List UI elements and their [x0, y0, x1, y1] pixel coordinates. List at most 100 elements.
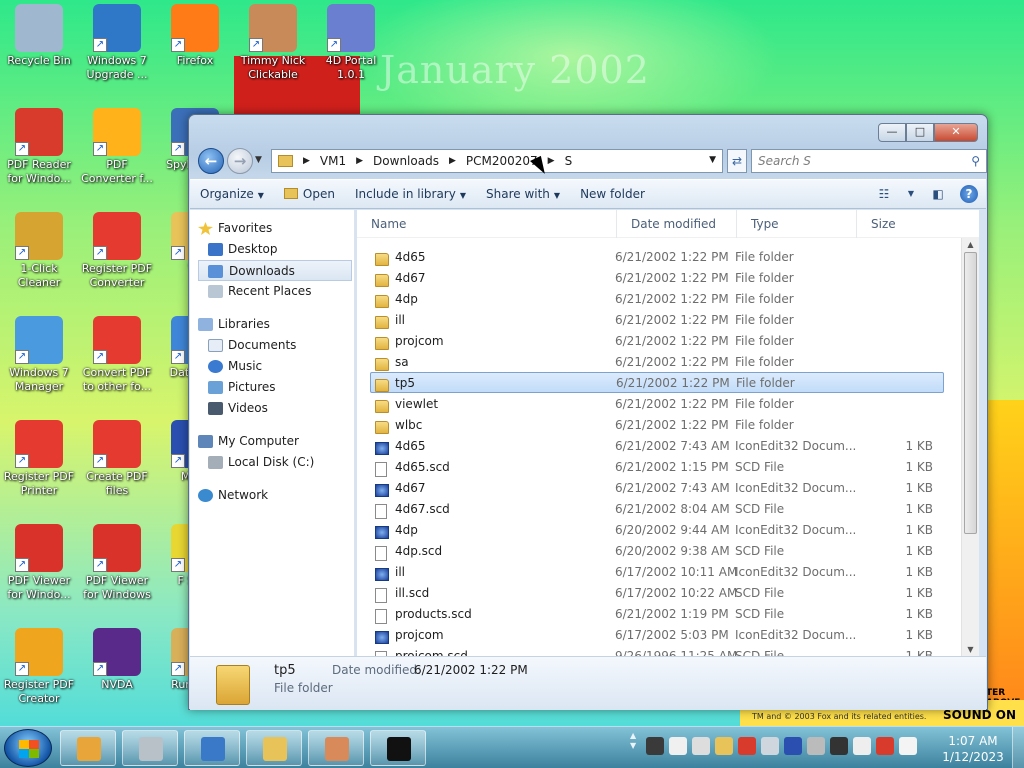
taskbar-app-button[interactable]: [122, 730, 178, 766]
file-row[interactable]: 4d67 6/21/2002 7:43 AM IconEdit32 Docum...…: [357, 477, 961, 498]
file-row[interactable]: tp5 6/21/2002 1:22 PM File folder: [370, 372, 944, 393]
malwarebytes-icon[interactable]: [784, 737, 802, 755]
scroll-thumb[interactable]: [964, 252, 977, 534]
share-with-button[interactable]: Share with ▼: [476, 187, 570, 201]
gear-icon[interactable]: [715, 737, 733, 755]
change-view-icon[interactable]: ☷: [872, 184, 896, 204]
address-dropdown-icon[interactable]: ▼: [709, 155, 716, 165]
file-row[interactable]: projcom 6/21/2002 1:22 PM File folder: [357, 330, 961, 351]
nav-favorites[interactable]: Favorites: [190, 218, 354, 239]
nav-my-computer[interactable]: My Computer: [190, 431, 354, 452]
desktop-icon-item[interactable]: ↗ Firefox: [156, 4, 234, 68]
file-row[interactable]: products.scd 6/21/2002 1:19 PM SCD File 1 K…: [357, 603, 961, 624]
nav-downloads[interactable]: Downloads: [198, 260, 352, 281]
nav-libraries[interactable]: Libraries: [190, 314, 354, 335]
desktop-icon-item[interactable]: ↗ Windows 7 Upgrade ...: [78, 4, 156, 82]
desktop-icon-item[interactable]: ↗ 4D Portal 1.0.1: [312, 4, 390, 82]
desktop-icon-item[interactable]: ↗ Convert PDF to other fo...: [78, 316, 156, 394]
open-button[interactable]: Open: [274, 187, 345, 201]
show-desktop-button[interactable]: [1012, 727, 1024, 768]
desktop-icon-item[interactable]: ↗ Create PDF files: [78, 420, 156, 498]
breadcrumb-arrow-icon[interactable]: ▶: [449, 156, 456, 166]
clipboard-icon[interactable]: [669, 737, 687, 755]
breadcrumb-arrow-icon[interactable]: ▶: [356, 156, 363, 166]
breadcrumb-vm1[interactable]: VM1: [320, 154, 346, 168]
taskbar-app-button[interactable]: [308, 730, 364, 766]
tray-scroll-icon[interactable]: ▲ ▼: [630, 731, 636, 751]
file-row[interactable]: viewlet 6/21/2002 1:22 PM File folder: [357, 393, 961, 414]
address-bar[interactable]: ▶ VM1 ▶ Downloads ▶ PCM200207 ▶ S ▼: [271, 149, 723, 173]
nav-network[interactable]: Network: [190, 485, 354, 506]
organize-button[interactable]: Organize ▼: [190, 187, 274, 201]
desktop-icon-item[interactable]: Recycle Bin: [0, 4, 78, 68]
flag-icon[interactable]: [876, 737, 894, 755]
file-row[interactable]: sa 6/21/2002 1:22 PM File folder: [357, 351, 961, 372]
scroll-down-icon[interactable]: ▼: [962, 645, 979, 654]
include-in-library-button[interactable]: Include in library ▼: [345, 187, 476, 201]
taskbar-app-button[interactable]: [370, 730, 426, 766]
search-input[interactable]: Search S ⚲: [751, 149, 987, 173]
desktop-icon-item[interactable]: ↗ 1-Click Cleaner: [0, 212, 78, 290]
column-name[interactable]: Name: [357, 209, 617, 238]
column-size[interactable]: Size: [857, 210, 933, 238]
vertical-scrollbar[interactable]: ▲ ▼: [961, 238, 979, 656]
desktop-icon-item[interactable]: ↗ Timmy Nick Clickable: [234, 4, 312, 82]
file-row[interactable]: 4dp.scd 6/20/2002 9:38 AM SCD File 1 KB: [357, 540, 961, 561]
desktop-icon-item[interactable]: ↗ PDF Reader for Windo...: [0, 108, 78, 186]
column-type[interactable]: Type: [737, 209, 857, 238]
desktop-icon-item[interactable]: ↗ NVDA: [78, 628, 156, 692]
breadcrumb-s[interactable]: S: [565, 154, 573, 168]
file-row[interactable]: ill 6/17/2002 10:11 AM IconEdit32 Docum...…: [357, 561, 961, 582]
file-row[interactable]: projcom 6/17/2002 5:03 PM IconEdit32 Docum…: [357, 624, 961, 645]
desktop-icon-item[interactable]: ↗ PDF Viewer for Windo...: [0, 524, 78, 602]
start-button[interactable]: [4, 729, 52, 767]
pen-icon[interactable]: [830, 737, 848, 755]
breadcrumb-pcm200207[interactable]: PCM200207: [466, 154, 538, 168]
desktop-icon-item[interactable]: ↗ Register PDF Converter: [78, 212, 156, 290]
file-row[interactable]: 4d65 6/21/2002 7:43 AM IconEdit32 Docum...…: [357, 435, 961, 456]
nav-pictures[interactable]: Pictures: [190, 377, 354, 398]
desktop-icon-item[interactable]: ↗ PDF Converter f...: [78, 108, 156, 186]
desktop-icon-item[interactable]: ↗ Register PDF Creator: [0, 628, 78, 706]
forward-button[interactable]: →: [227, 148, 253, 174]
network-icon[interactable]: [761, 737, 779, 755]
breadcrumb-downloads[interactable]: Downloads: [373, 154, 439, 168]
taskbar-app-button[interactable]: [60, 730, 116, 766]
file-row[interactable]: 4dp 6/21/2002 1:22 PM File folder: [357, 288, 961, 309]
file-row[interactable]: ill.scd 6/17/2002 10:22 AM SCD File 1 KB: [357, 582, 961, 603]
desktop-icon-item[interactable]: ↗ Register PDF Printer: [0, 420, 78, 498]
display-icon[interactable]: [853, 737, 871, 755]
nav-local-disk[interactable]: Local Disk (C:): [190, 452, 354, 473]
column-date-modified[interactable]: Date modified: [617, 209, 737, 238]
file-row[interactable]: wlbc 6/21/2002 1:22 PM File folder: [357, 414, 961, 435]
traffic-light-icon[interactable]: [646, 737, 664, 755]
nav-desktop[interactable]: Desktop: [190, 239, 354, 260]
minimize-button[interactable]: —: [878, 123, 906, 142]
file-row[interactable]: 4d65.scd 6/21/2002 1:15 PM SCD File 1 KB: [357, 456, 961, 477]
taskbar-app-button[interactable]: [246, 730, 302, 766]
desktop-icon-item[interactable]: ↗ Windows 7 Manager: [0, 316, 78, 394]
nav-videos[interactable]: Videos: [190, 398, 354, 419]
nav-recent-places[interactable]: Recent Places: [190, 281, 354, 302]
refresh-button[interactable]: ⇄: [727, 149, 747, 173]
nav-music[interactable]: Music: [190, 356, 354, 377]
tool-icon[interactable]: [807, 737, 825, 755]
breadcrumb-arrow-icon[interactable]: ▶: [548, 156, 555, 166]
monitor-icon[interactable]: [692, 737, 710, 755]
recent-pages-dropdown-icon[interactable]: ▼: [255, 155, 262, 165]
nav-documents[interactable]: Documents: [190, 335, 354, 356]
view-options-dropdown-icon[interactable]: ▼: [906, 184, 916, 204]
file-row[interactable]: 4d67.scd 6/21/2002 8:04 AM SCD File 1 KB: [357, 498, 961, 519]
taskbar-app-button[interactable]: [184, 730, 240, 766]
preview-pane-icon[interactable]: ◧: [926, 184, 950, 204]
stop-icon[interactable]: [738, 737, 756, 755]
help-icon[interactable]: ?: [960, 185, 978, 203]
back-button[interactable]: ←: [198, 148, 224, 174]
file-row[interactable]: 4d67 6/21/2002 1:22 PM File folder: [357, 267, 961, 288]
file-row[interactable]: ill 6/21/2002 1:22 PM File folder: [357, 309, 961, 330]
file-row[interactable]: 4dp 6/20/2002 9:44 AM IconEdit32 Docum... 1…: [357, 519, 961, 540]
clock[interactable]: 1:07 AM 1/12/2023: [942, 733, 1004, 765]
scroll-up-icon[interactable]: ▲: [962, 240, 979, 249]
close-button[interactable]: ✕: [934, 123, 978, 142]
file-row[interactable]: 4d65 6/21/2002 1:22 PM File folder: [357, 246, 961, 267]
